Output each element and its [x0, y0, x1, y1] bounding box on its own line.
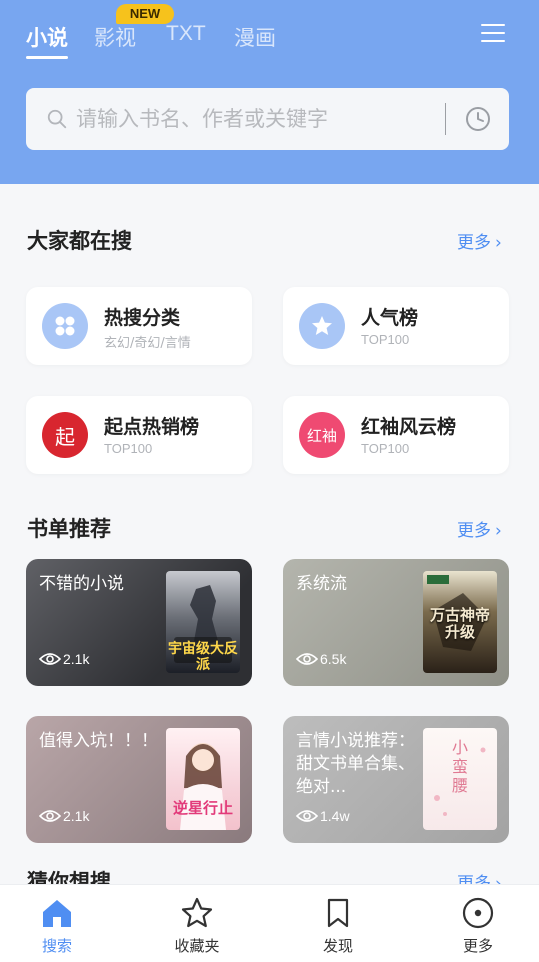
main-content: 大家都在搜 更多 › 热搜分类 玄幻/奇幻/言情 人气榜 TOP100 起 起点热… — [0, 184, 539, 884]
nav-favorites[interactable]: 收藏夹 — [157, 885, 237, 962]
booklist-views: 2.1k — [39, 651, 89, 667]
booklist-card[interactable]: 言情小说推荐：甜文书单合集、绝对... 1.4w 小蛮腰 — [283, 716, 509, 843]
menu-icon[interactable] — [479, 22, 507, 44]
booklist-title: 不错的小说 — [39, 574, 124, 594]
rank-card-qidian[interactable]: 起 起点热销榜 TOP100 — [26, 396, 252, 474]
star-icon — [181, 897, 213, 928]
home-icon — [43, 900, 71, 927]
nav-label: 搜索 — [41, 937, 72, 955]
rank-card-subtitle: TOP100 — [104, 441, 153, 456]
eye-icon — [39, 810, 61, 822]
nav-label: 收藏夹 — [174, 937, 220, 955]
rank-card-title: 人气榜 — [361, 307, 419, 329]
hongxiu-logo-icon: 红袖 — [299, 412, 345, 458]
rank-card-subtitle: 玄幻/奇幻/言情 — [104, 336, 191, 351]
new-badge: NEW — [116, 4, 174, 24]
cover-title: 逆星行止 — [172, 799, 233, 817]
section-title-booklists: 书单推荐 — [27, 517, 111, 541]
section-title-guess: 猜你想搜 — [27, 870, 111, 884]
booklist-card[interactable]: 不错的小说 2.1k 宇宙级大反派 — [26, 559, 252, 686]
chevron-right-icon: › — [495, 521, 502, 541]
cover-title: 宇宙级大反派 — [168, 641, 238, 673]
tab-comic[interactable]: 漫画 — [234, 22, 276, 52]
booklist-title: 系统流 — [296, 574, 347, 594]
views-count: 6.5k — [320, 651, 347, 667]
bottom-nav: 搜索 收藏夹 发现 更多 — [0, 884, 539, 962]
search-divider — [445, 103, 446, 135]
rank-card-title: 热搜分类 — [104, 307, 181, 329]
bookmark-icon — [327, 898, 349, 928]
category-grid-icon — [42, 303, 88, 349]
nav-search[interactable]: 搜索 — [17, 885, 97, 962]
rank-card-hot-category[interactable]: 热搜分类 玄幻/奇幻/言情 — [26, 287, 252, 365]
booklist-views: 2.1k — [39, 808, 89, 824]
rank-card-subtitle: TOP100 — [361, 441, 410, 456]
more-label: 更多 — [457, 521, 491, 541]
tab-video[interactable]: 影视 — [94, 22, 136, 52]
guess-more-link[interactable]: 更多 › — [457, 869, 502, 884]
chevron-right-icon: › — [495, 874, 502, 884]
cover-title: 万古神帝升级 — [429, 606, 490, 641]
star-badge-icon — [299, 303, 345, 349]
tab-active-indicator — [26, 56, 68, 59]
section-title-popular: 大家都在搜 — [27, 229, 132, 253]
booklists-more-link[interactable]: 更多 › — [457, 516, 502, 541]
booklist-card[interactable]: 值得入坑！！！ 2.1k 逆星行止 — [26, 716, 252, 843]
booklist-title: 言情小说推荐：甜文书单合集、绝对... — [296, 731, 415, 797]
tab-txt[interactable]: TXT — [166, 22, 206, 46]
search-icon — [47, 109, 67, 129]
eye-icon — [296, 810, 318, 822]
more-label: 更多 — [457, 233, 491, 253]
popular-more-link[interactable]: 更多 › — [457, 228, 502, 253]
history-clock-icon[interactable] — [464, 105, 492, 133]
nav-label: 发现 — [322, 937, 353, 955]
eye-icon — [296, 653, 318, 665]
nav-label: 更多 — [462, 937, 493, 955]
qidian-logo-icon: 起 — [42, 412, 88, 458]
book-cover-image: 万古神帝升级 — [423, 571, 497, 673]
booklist-title: 值得入坑！！！ — [39, 731, 158, 751]
rank-card-subtitle: TOP100 — [361, 332, 410, 347]
search-bar — [26, 88, 509, 150]
rank-card-title: 起点热销榜 — [104, 416, 200, 438]
book-cover-image: 宇宙级大反派 — [166, 571, 240, 673]
nav-discover[interactable]: 发现 — [298, 885, 378, 962]
rank-card-hongxiu[interactable]: 红袖 红袖风云榜 TOP100 — [283, 396, 509, 474]
book-cover-image: 逆星行止 — [166, 728, 240, 830]
rank-card-title: 红袖风云榜 — [361, 416, 457, 438]
circle-dot-icon — [462, 897, 494, 929]
tab-novel-label: 小说 — [26, 26, 68, 50]
book-cover-image: 小蛮腰 — [423, 728, 497, 830]
header: 小说 影视 TXT 漫画 NEW — [0, 0, 539, 184]
booklist-views: 1.4w — [296, 808, 350, 824]
tab-novel[interactable]: 小说 — [26, 22, 68, 59]
nav-more[interactable]: 更多 — [438, 885, 518, 962]
eye-icon — [39, 653, 61, 665]
chevron-right-icon: › — [495, 233, 502, 253]
booklist-views: 6.5k — [296, 651, 346, 667]
rank-card-popularity[interactable]: 人气榜 TOP100 — [283, 287, 509, 365]
more-label: 更多 — [457, 874, 491, 884]
views-count: 1.4w — [320, 808, 350, 824]
booklist-card[interactable]: 系统流 6.5k 万古神帝升级 — [283, 559, 509, 686]
cover-title: 小蛮腰 — [451, 738, 468, 795]
views-count: 2.1k — [63, 651, 90, 667]
views-count: 2.1k — [63, 808, 90, 824]
search-input[interactable] — [76, 100, 436, 138]
